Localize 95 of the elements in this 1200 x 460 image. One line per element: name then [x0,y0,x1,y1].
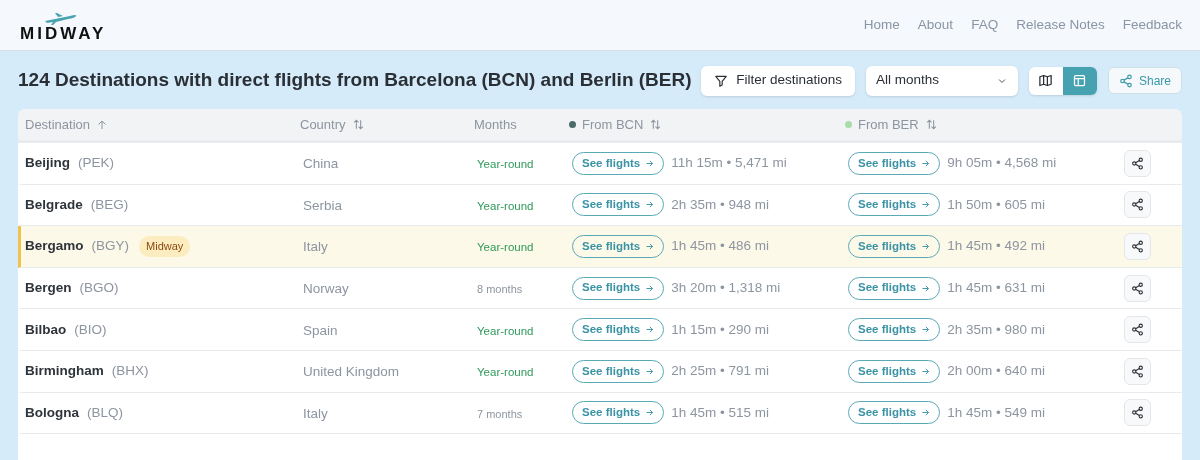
column-header[interactable]: Months [474,114,517,135]
flight-info: 1h 45m • 549 mi [947,403,1045,422]
page-title: 124 Destinations with direct flights from Barcelona (BCN) and Berlin (BER) [18,68,692,93]
flight-info: 3h 20m • 1,318 mi [671,278,781,297]
airport-code: (BHX) [111,362,149,381]
flight-info: 2h 35m • 948 mi [671,195,769,214]
flight-info: 1h 45m • 631 mi [947,278,1045,297]
column-header[interactable]: Destination [25,114,91,135]
nav-link[interactable]: FAQ [971,15,999,36]
table-cell: China [303,156,339,172]
nav-link[interactable]: About [917,15,954,36]
share-button[interactable]: Share [1107,67,1182,94]
city-name: Bilbao [25,320,67,339]
arrow-right-icon [921,158,931,168]
airport-code: (BGO) [79,278,119,297]
share-icon [1131,240,1144,253]
arrow-right-icon [645,200,655,210]
share-button[interactable] [1124,399,1151,427]
months-text: Year-round [477,199,534,212]
arrow-right-icon [921,283,931,293]
arrow-right-icon [921,325,931,335]
city-name: Bergen [25,278,72,297]
flight-info: 1h 15m • 290 mi [671,320,769,339]
months-text: Year-round [477,158,534,171]
share-button[interactable] [1124,233,1151,260]
column-header[interactable]: From BER [858,114,919,135]
arrow-right-icon [921,408,931,418]
flight-info: 9h 05m • 4,568 mi [947,154,1057,173]
airport-code: (PEK) [78,154,115,173]
airplane-icon [44,12,78,25]
airport-code: (BGY) [91,237,130,256]
share-icon [1118,73,1133,88]
flight-info: 2h 35m • 980 mi [947,320,1045,339]
arrow-right-icon [645,366,655,376]
months-text: Year-round [477,241,534,254]
table-cell: United Kingdom [303,364,400,380]
flight-info: 1h 50m • 605 mi [947,195,1045,214]
sort-icon[interactable] [351,118,365,131]
share-button[interactable] [1124,274,1151,302]
midway-badge: Midway [139,236,191,257]
months-dropdown[interactable]: All months [865,65,1018,96]
arrow-right-icon [645,242,655,251]
sort-icon[interactable] [649,118,663,131]
arrow-right-icon [921,242,931,251]
share-button[interactable] [1124,316,1151,344]
share-icon [1131,406,1144,420]
share-button[interactable] [1124,357,1151,385]
airport-code: (BIO) [74,320,107,339]
table-icon [1072,73,1088,88]
city-name: Beijing [25,154,70,173]
share-icon [1131,156,1144,170]
table-cell: Serbia [303,197,343,213]
arrow-right-icon [645,283,655,293]
share-button[interactable] [1124,191,1151,219]
nav-link[interactable]: Home [863,15,900,36]
map-icon [1038,73,1054,88]
city-name: Bergamo [25,237,84,256]
nav-link[interactable]: Feedback [1122,15,1182,36]
nav-link[interactable]: Release Notes [1016,15,1105,36]
months-text: Year-round [477,366,534,379]
arrow-right-icon [645,158,655,168]
logo[interactable]: MIDWAY [20,24,107,42]
flight-info: 1h 45m • 515 mi [671,403,769,422]
share-icon [1131,198,1144,212]
table-cell: Italy [303,405,328,421]
flight-info: 1h 45m • 486 mi [671,237,769,256]
city-name: Birmingham [25,362,104,381]
share-icon [1131,364,1144,378]
arrow-right-icon [645,325,655,335]
table-cell: Norway [303,281,349,297]
view-map-button[interactable] [1028,66,1063,95]
arrow-right-icon [921,366,931,376]
city-name: Belgrade [25,195,83,214]
share-icon [1131,323,1144,337]
city-name: Bologna [25,403,79,422]
flight-info: 2h 25m • 791 mi [671,362,769,381]
flight-info: 2h 00m • 640 mi [947,362,1045,381]
airport-code: (BLQ) [87,403,123,422]
flight-info: 11h 15m • 5,471 mi [671,154,787,173]
share-icon [1131,281,1144,295]
table-cell: Italy [303,239,328,255]
months-text: 8 months [477,283,523,296]
table-cell: Spain [303,322,338,338]
column-header[interactable]: Country [300,114,346,135]
filter-icon [714,73,729,88]
flight-info: 1h 45m • 492 mi [947,237,1045,256]
arrow-right-icon [921,200,931,210]
months-text: 7 months [477,407,523,420]
arrow-right-icon [645,408,655,418]
column-header[interactable]: From BCN [582,114,644,135]
share-button[interactable] [1124,149,1151,177]
sort-icon[interactable] [924,118,938,131]
airport-code: (BEG) [90,195,129,214]
months-text: Year-round [477,324,534,337]
filter-button[interactable]: Filter destinations [701,65,855,96]
